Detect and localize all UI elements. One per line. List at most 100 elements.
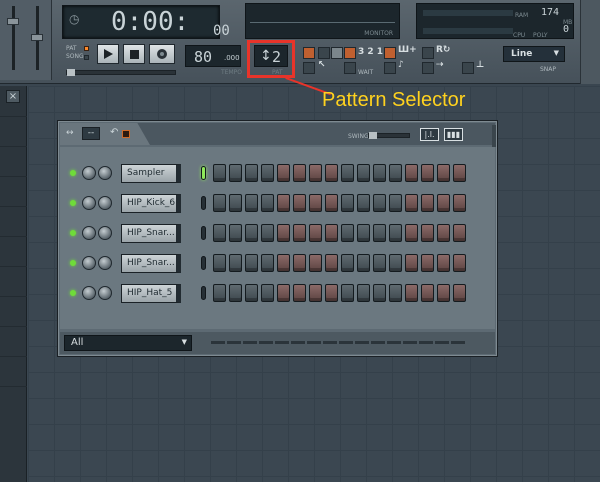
step-button[interactable] [453, 194, 466, 212]
step-button[interactable] [389, 284, 402, 302]
channel-pan-knob[interactable] [82, 196, 96, 210]
channel-mute-led[interactable] [70, 230, 76, 236]
step-button[interactable] [421, 194, 434, 212]
step-button[interactable] [245, 164, 258, 182]
graph-editor-button[interactable]: |.l. [420, 128, 439, 141]
step-button[interactable] [213, 194, 226, 212]
step-button[interactable] [453, 254, 466, 272]
step-button[interactable] [309, 254, 322, 272]
step-button[interactable] [293, 224, 306, 242]
step-button[interactable] [309, 194, 322, 212]
step-button[interactable] [229, 224, 242, 242]
channel-pan-knob[interactable] [82, 226, 96, 240]
step-button[interactable] [421, 224, 434, 242]
song-position-slider[interactable] [66, 69, 176, 76]
channel-name-button[interactable]: Sampler [121, 164, 181, 183]
step-button[interactable] [389, 164, 402, 182]
step-button[interactable] [421, 254, 434, 272]
channel-filter-dropdown[interactable]: All ▼ [64, 335, 192, 351]
step-button[interactable] [277, 194, 290, 212]
step-button[interactable] [229, 194, 242, 212]
step-button[interactable] [261, 194, 274, 212]
step-button[interactable] [229, 164, 242, 182]
step-button[interactable] [277, 254, 290, 272]
channel-volume-knob[interactable] [98, 166, 112, 180]
step-button[interactable] [277, 164, 290, 182]
step-button[interactable] [437, 284, 450, 302]
step-button[interactable] [261, 224, 274, 242]
channel-mute-led[interactable] [70, 200, 76, 206]
step-button[interactable] [229, 254, 242, 272]
step-button[interactable] [357, 254, 370, 272]
step-button[interactable] [357, 194, 370, 212]
step-button[interactable] [437, 194, 450, 212]
step-button[interactable] [389, 254, 402, 272]
channel-volume-knob[interactable] [98, 226, 112, 240]
step-button[interactable] [245, 194, 258, 212]
step-button[interactable] [325, 284, 338, 302]
step-button[interactable] [309, 224, 322, 242]
loop-record-button[interactable] [384, 47, 396, 59]
step-button[interactable] [405, 284, 418, 302]
step-button[interactable] [309, 284, 322, 302]
snap-dropdown[interactable]: Line ▼ [503, 46, 565, 62]
channel-pan-knob[interactable] [82, 286, 96, 300]
step-button[interactable] [373, 224, 386, 242]
step-button[interactable] [437, 164, 450, 182]
channel-name-button[interactable]: HIP_Kick_6 [121, 194, 181, 213]
keyboard-editor-button[interactable]: ▮▮▮ [444, 128, 463, 141]
metronome-button[interactable] [344, 47, 356, 59]
step-button[interactable] [213, 164, 226, 182]
step-button[interactable] [357, 224, 370, 242]
step-button[interactable] [245, 254, 258, 272]
master-pitch-handle[interactable] [31, 34, 43, 41]
step-button[interactable] [261, 254, 274, 272]
step-button[interactable] [213, 254, 226, 272]
channel-name-button[interactable]: HIP_Hat_5 [121, 284, 181, 303]
channel-volume-knob[interactable] [98, 286, 112, 300]
channel-select-indicator[interactable] [201, 226, 206, 240]
step-button[interactable] [309, 164, 322, 182]
pat-mode-led[interactable] [84, 46, 89, 51]
undo-icon[interactable]: ↶ [110, 127, 118, 138]
channel-volume-knob[interactable] [98, 256, 112, 270]
step-button[interactable] [325, 224, 338, 242]
pin-button[interactable] [122, 130, 130, 138]
step-button[interactable] [405, 224, 418, 242]
close-icon[interactable]: × [6, 90, 20, 103]
master-volume-fader[interactable] [12, 6, 15, 70]
blend-notes-button[interactable] [303, 62, 315, 74]
step-button[interactable] [389, 194, 402, 212]
channel-mute-led[interactable] [70, 290, 76, 296]
multilink-button[interactable] [422, 62, 434, 74]
pattern-snap-button[interactable] [462, 62, 474, 74]
step-button[interactable] [325, 164, 338, 182]
step-button[interactable] [261, 284, 274, 302]
step-button[interactable] [245, 284, 258, 302]
channel-mute-led[interactable] [70, 260, 76, 266]
step-button[interactable] [277, 284, 290, 302]
step-button[interactable] [293, 284, 306, 302]
channel-select-indicator[interactable] [201, 256, 206, 270]
overdub-button[interactable] [422, 47, 434, 59]
channel-select-indicator[interactable] [201, 286, 206, 300]
step-button[interactable] [357, 164, 370, 182]
step-button[interactable] [293, 254, 306, 272]
swing-slider[interactable] [368, 132, 410, 139]
step-button[interactable] [341, 164, 354, 182]
channel-select-indicator[interactable] [201, 196, 206, 210]
step-button[interactable] [341, 254, 354, 272]
typing-keyboard-button[interactable] [303, 47, 315, 59]
step-button[interactable] [373, 254, 386, 272]
step-button[interactable] [405, 164, 418, 182]
stop-button[interactable] [123, 44, 145, 64]
master-volume-handle[interactable] [7, 18, 19, 25]
step-button[interactable] [453, 164, 466, 182]
step-button[interactable] [405, 194, 418, 212]
wait-input-button[interactable] [344, 62, 356, 74]
step-button[interactable] [341, 224, 354, 242]
channel-mute-led[interactable] [70, 170, 76, 176]
step-edit-button[interactable] [318, 47, 330, 59]
step-button[interactable] [341, 194, 354, 212]
channel-select-indicator[interactable] [201, 166, 206, 180]
